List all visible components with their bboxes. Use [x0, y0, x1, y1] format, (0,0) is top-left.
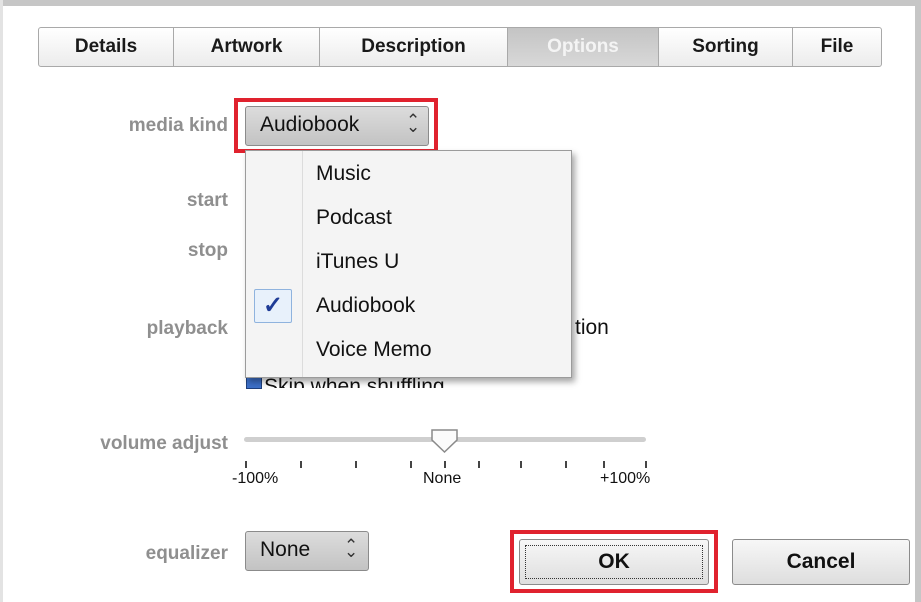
focus-ring	[525, 545, 703, 579]
tab-description[interactable]: Description	[320, 28, 508, 66]
tab-sorting[interactable]: Sorting	[659, 28, 793, 66]
slider-tick	[645, 461, 647, 468]
menu-item-podcast[interactable]: Podcast	[246, 197, 571, 241]
menu-item-label: Music	[316, 162, 371, 185]
menu-item-label: Voice Memo	[316, 338, 432, 361]
remember-position-text-partial: tion	[575, 316, 609, 339]
slider-tick	[478, 461, 480, 468]
window-frame-left	[0, 0, 3, 602]
menu-item-itunes-u[interactable]: iTunes U	[246, 241, 571, 285]
cancel-button-label: Cancel	[786, 550, 856, 573]
window-frame-right	[915, 0, 921, 602]
up-down-chevron-icon: ⌃ ⌄	[406, 111, 421, 136]
menu-item-label: Audiobook	[316, 294, 416, 317]
menu-item-voice-memo[interactable]: Voice Memo	[246, 329, 571, 373]
playback-label: playback	[146, 318, 228, 339]
tick-label-min: -100%	[232, 470, 279, 487]
tick-label-none: None	[423, 470, 462, 487]
tab-options[interactable]: Options	[508, 28, 659, 66]
tab-details[interactable]: Details	[39, 28, 174, 66]
slider-tick	[355, 461, 357, 468]
media-kind-label: media kind	[128, 115, 228, 136]
start-label: start	[186, 190, 228, 211]
menu-item-label: Podcast	[316, 206, 392, 229]
slider-tick	[520, 461, 522, 468]
stop-label: stop	[187, 240, 228, 261]
tab-bar: Details Artwork Description Options Sort…	[38, 27, 882, 67]
equalizer-value: None	[260, 538, 311, 561]
window-frame-top	[0, 0, 921, 6]
slider-tick	[603, 461, 605, 468]
slider-tick	[444, 461, 446, 468]
media-kind-select[interactable]: Audiobook ⌃ ⌄	[245, 106, 429, 146]
equalizer-select[interactable]: None ⌃ ⌄	[245, 531, 369, 571]
skip-shuffle-checkbox[interactable]	[246, 377, 262, 389]
ok-button[interactable]: OK	[519, 539, 709, 585]
menu-item-audiobook[interactable]: ✓ Audiobook	[246, 285, 571, 329]
menu-item-music[interactable]: Music	[246, 153, 571, 197]
slider-tick	[565, 461, 567, 468]
cancel-button[interactable]: Cancel	[732, 539, 910, 585]
volume-slider-thumb[interactable]	[430, 428, 460, 454]
tab-artwork[interactable]: Artwork	[174, 28, 320, 66]
slider-tick	[410, 461, 412, 468]
checkmark-icon: ✓	[263, 292, 284, 319]
volume-adjust-label: volume adjust	[100, 433, 228, 454]
media-kind-value: Audiobook	[260, 113, 360, 136]
tab-file[interactable]: File	[793, 28, 881, 66]
slider-tick	[300, 461, 302, 468]
media-kind-dropdown: Music Podcast iTunes U ✓ Audiobook Voice…	[245, 150, 572, 378]
tick-label-max: +100%	[600, 470, 651, 487]
slider-tick	[245, 461, 247, 468]
up-down-chevron-icon: ⌃ ⌄	[344, 536, 359, 561]
equalizer-label: equalizer	[145, 543, 228, 564]
menu-item-label: iTunes U	[316, 250, 400, 273]
